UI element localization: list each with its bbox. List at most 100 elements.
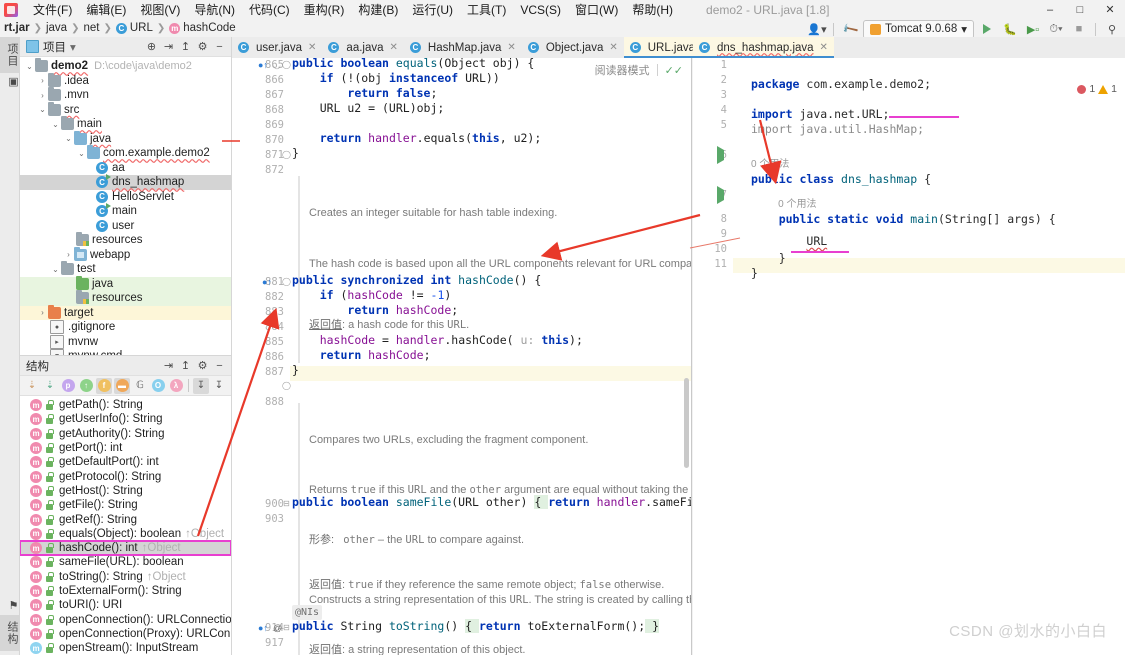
tree-node-mvnw[interactable]: ▸ mvnw (20, 334, 231, 350)
fold-marker-icon[interactable]: ◯ (282, 60, 291, 69)
chevron-right-icon[interactable]: › (37, 76, 48, 85)
tool-window-commit[interactable]: ▣ (0, 73, 20, 95)
tree-node-demo2[interactable]: ⌄ demo2 D:\code\java\demo2 (20, 58, 231, 74)
project-tree[interactable]: ⌄ demo2 D:\code\java\demo2 › .idea › .mv… (20, 57, 231, 355)
run-coverage-icon[interactable]: ▶▫ (1023, 20, 1043, 38)
tree-node-src[interactable]: ⌄ src (20, 101, 231, 118)
list-item[interactable]: m getAuthority(): String (20, 427, 231, 441)
tree-node-mvn[interactable]: › .mvn (20, 87, 231, 103)
menu-vcs[interactable]: VCS(S) (513, 2, 568, 18)
sort-by-visibility-icon[interactable]: ⇣ (24, 378, 40, 394)
collapse-all-icon[interactable]: ↥ (177, 38, 194, 55)
overridden-gutter-icon[interactable]: ◡ (273, 60, 281, 71)
list-item[interactable]: m getPath(): String (20, 398, 231, 412)
chevron-down-icon[interactable]: ⌄ (37, 105, 48, 114)
list-item[interactable]: m openConnection(): URLConnection (20, 612, 231, 626)
code-content-left[interactable]: public boolean equals(Object obj) { if (… (292, 58, 691, 655)
group-by-icon[interactable]: 𝔾 (132, 378, 148, 394)
menu-run[interactable]: 运行(U) (405, 0, 460, 19)
fold-marker-icon[interactable]: ⊟ (282, 623, 291, 632)
list-item[interactable]: m openStream(): InputStream (20, 641, 231, 655)
list-item[interactable]: m getUserInfo(): String (20, 412, 231, 426)
show-properties-icon[interactable]: p (60, 378, 76, 394)
chevron-right-icon[interactable]: › (63, 250, 74, 259)
tool-window-structure[interactable]: 结构 (0, 615, 20, 651)
list-item[interactable]: m openConnection(Proxy): URLConnection (20, 627, 231, 641)
menu-build[interactable]: 构建(B) (351, 0, 405, 19)
close-icon[interactable]: ✕ (390, 42, 398, 53)
list-item[interactable]: m getRef(): String (20, 512, 231, 526)
tree-node-package[interactable]: ⌄ com.example.demo2 (20, 145, 231, 161)
editor-scrollbar-thumb[interactable] (684, 378, 689, 468)
list-item[interactable]: m getProtocol(): String (20, 469, 231, 483)
tree-node-gitignore[interactable]: ● .gitignore (20, 320, 231, 335)
list-item[interactable]: m getDefaultPort(): int (20, 455, 231, 469)
fold-marker-icon[interactable]: ◯ (282, 381, 291, 390)
close-icon[interactable]: ✕ (507, 42, 515, 53)
menu-refactor[interactable]: 重构(R) (297, 0, 352, 19)
close-icon[interactable]: ✕ (820, 42, 828, 53)
chevron-right-icon[interactable]: › (37, 91, 48, 100)
list-item[interactable]: m getFile(): String (20, 498, 231, 512)
list-item[interactable]: m toURI(): URI (20, 598, 231, 612)
code-content-right[interactable]: package com.example.demo2; import java.n… (751, 77, 1125, 655)
menu-tools[interactable]: 工具(T) (460, 0, 513, 19)
settings-gear-icon[interactable]: ⚙ (194, 38, 211, 55)
list-item[interactable]: m toExternalForm(): String (20, 584, 231, 598)
show-non-public-icon[interactable]: ▬ (114, 377, 130, 394)
profiler-icon[interactable]: ⏱▾ (1046, 20, 1066, 38)
close-button[interactable]: ✕ (1095, 0, 1125, 19)
chevron-down-icon[interactable]: ▾ (70, 40, 76, 54)
chevron-down-icon[interactable]: ⌄ (76, 149, 87, 158)
tree-node-aa[interactable]: C aa (20, 161, 231, 176)
tab-object-java[interactable]: C Object.java ✕ (522, 37, 624, 58)
maximize-button[interactable]: □ (1065, 0, 1095, 19)
code-viewport-left[interactable]: 865 866 867 868 869 870 871 872 881 882 … (232, 58, 691, 655)
expand-all-icon[interactable]: ⇥ (160, 38, 177, 55)
run-configuration-selector[interactable]: Tomcat 9.0.68 ▾ (862, 19, 974, 39)
user-profile-icon[interactable]: 👤▾ (807, 20, 827, 38)
tab-user-java[interactable]: C user.java ✕ (232, 37, 322, 58)
hide-panel-icon[interactable]: − (211, 38, 228, 55)
tree-node-user[interactable]: C user (20, 219, 231, 234)
tree-node-java-test[interactable]: java (20, 275, 231, 291)
run-gutter-icon[interactable] (717, 186, 724, 204)
chevron-down-icon[interactable]: ⌄ (24, 62, 35, 71)
list-item[interactable]: m toString(): String ↑Object (20, 570, 231, 584)
override-gutter-icon[interactable]: ●↑ (258, 623, 268, 633)
breadcrumb-item-java[interactable]: java (46, 22, 67, 34)
expand-all-icon[interactable]: ⇥ (160, 357, 177, 374)
chevron-down-icon[interactable]: ⌄ (50, 120, 61, 129)
chevron-right-icon[interactable]: › (37, 308, 48, 317)
menu-view[interactable]: 视图(V) (133, 0, 187, 19)
locate-target-icon[interactable]: ⊕ (143, 38, 160, 55)
menu-code[interactable]: 代码(C) (242, 0, 297, 19)
override-gutter-icon[interactable]: ●↑ (258, 60, 268, 70)
tree-node-main[interactable]: ⌄ main (20, 116, 231, 132)
minimize-button[interactable]: – (1035, 0, 1065, 19)
fold-marker-icon[interactable]: ◯ (282, 277, 291, 286)
menu-file[interactable]: 文件(F) (26, 0, 79, 19)
search-icon[interactable]: ⚲ (1102, 20, 1122, 38)
list-item[interactable]: m equals(Object): boolean ↑Object (20, 527, 231, 541)
close-icon[interactable]: ✕ (308, 42, 316, 53)
tool-window-project[interactable]: 项目 (0, 37, 20, 73)
tree-node-resources-test[interactable]: resources (20, 290, 231, 306)
annotation-gutter-icon[interactable]: @ (273, 623, 282, 633)
editor-gutter-left[interactable]: 865 866 867 868 869 870 871 872 881 882 … (232, 58, 291, 655)
debug-bug-icon[interactable]: 🐛 (1000, 20, 1020, 38)
list-item[interactable]: m getPort(): int (20, 441, 231, 455)
list-item-hashcode[interactable]: m hashCode(): int ↑Object (20, 539, 231, 557)
chevron-down-icon[interactable]: ⌄ (50, 265, 61, 274)
fold-marker-icon[interactable]: ⊟ (282, 499, 291, 508)
settings-gear-icon[interactable]: ⚙ (194, 357, 211, 374)
list-item[interactable]: m sameFile(URL): boolean (20, 555, 231, 569)
tree-node-main-class[interactable]: C main (20, 203, 231, 219)
stop-square-icon[interactable]: ■ (1069, 20, 1089, 38)
sort-alphabetically-icon[interactable]: ⇣ (42, 378, 58, 394)
tree-node-dns-hashmap[interactable]: C dns_hashmap (20, 174, 231, 190)
tree-node-target[interactable]: › target (20, 304, 231, 320)
chevron-down-icon[interactable]: ⌄ (63, 134, 74, 143)
collapse-all-icon[interactable]: ↥ (177, 357, 194, 374)
breadcrumb-item-rtjar[interactable]: rt.jar (4, 22, 30, 34)
